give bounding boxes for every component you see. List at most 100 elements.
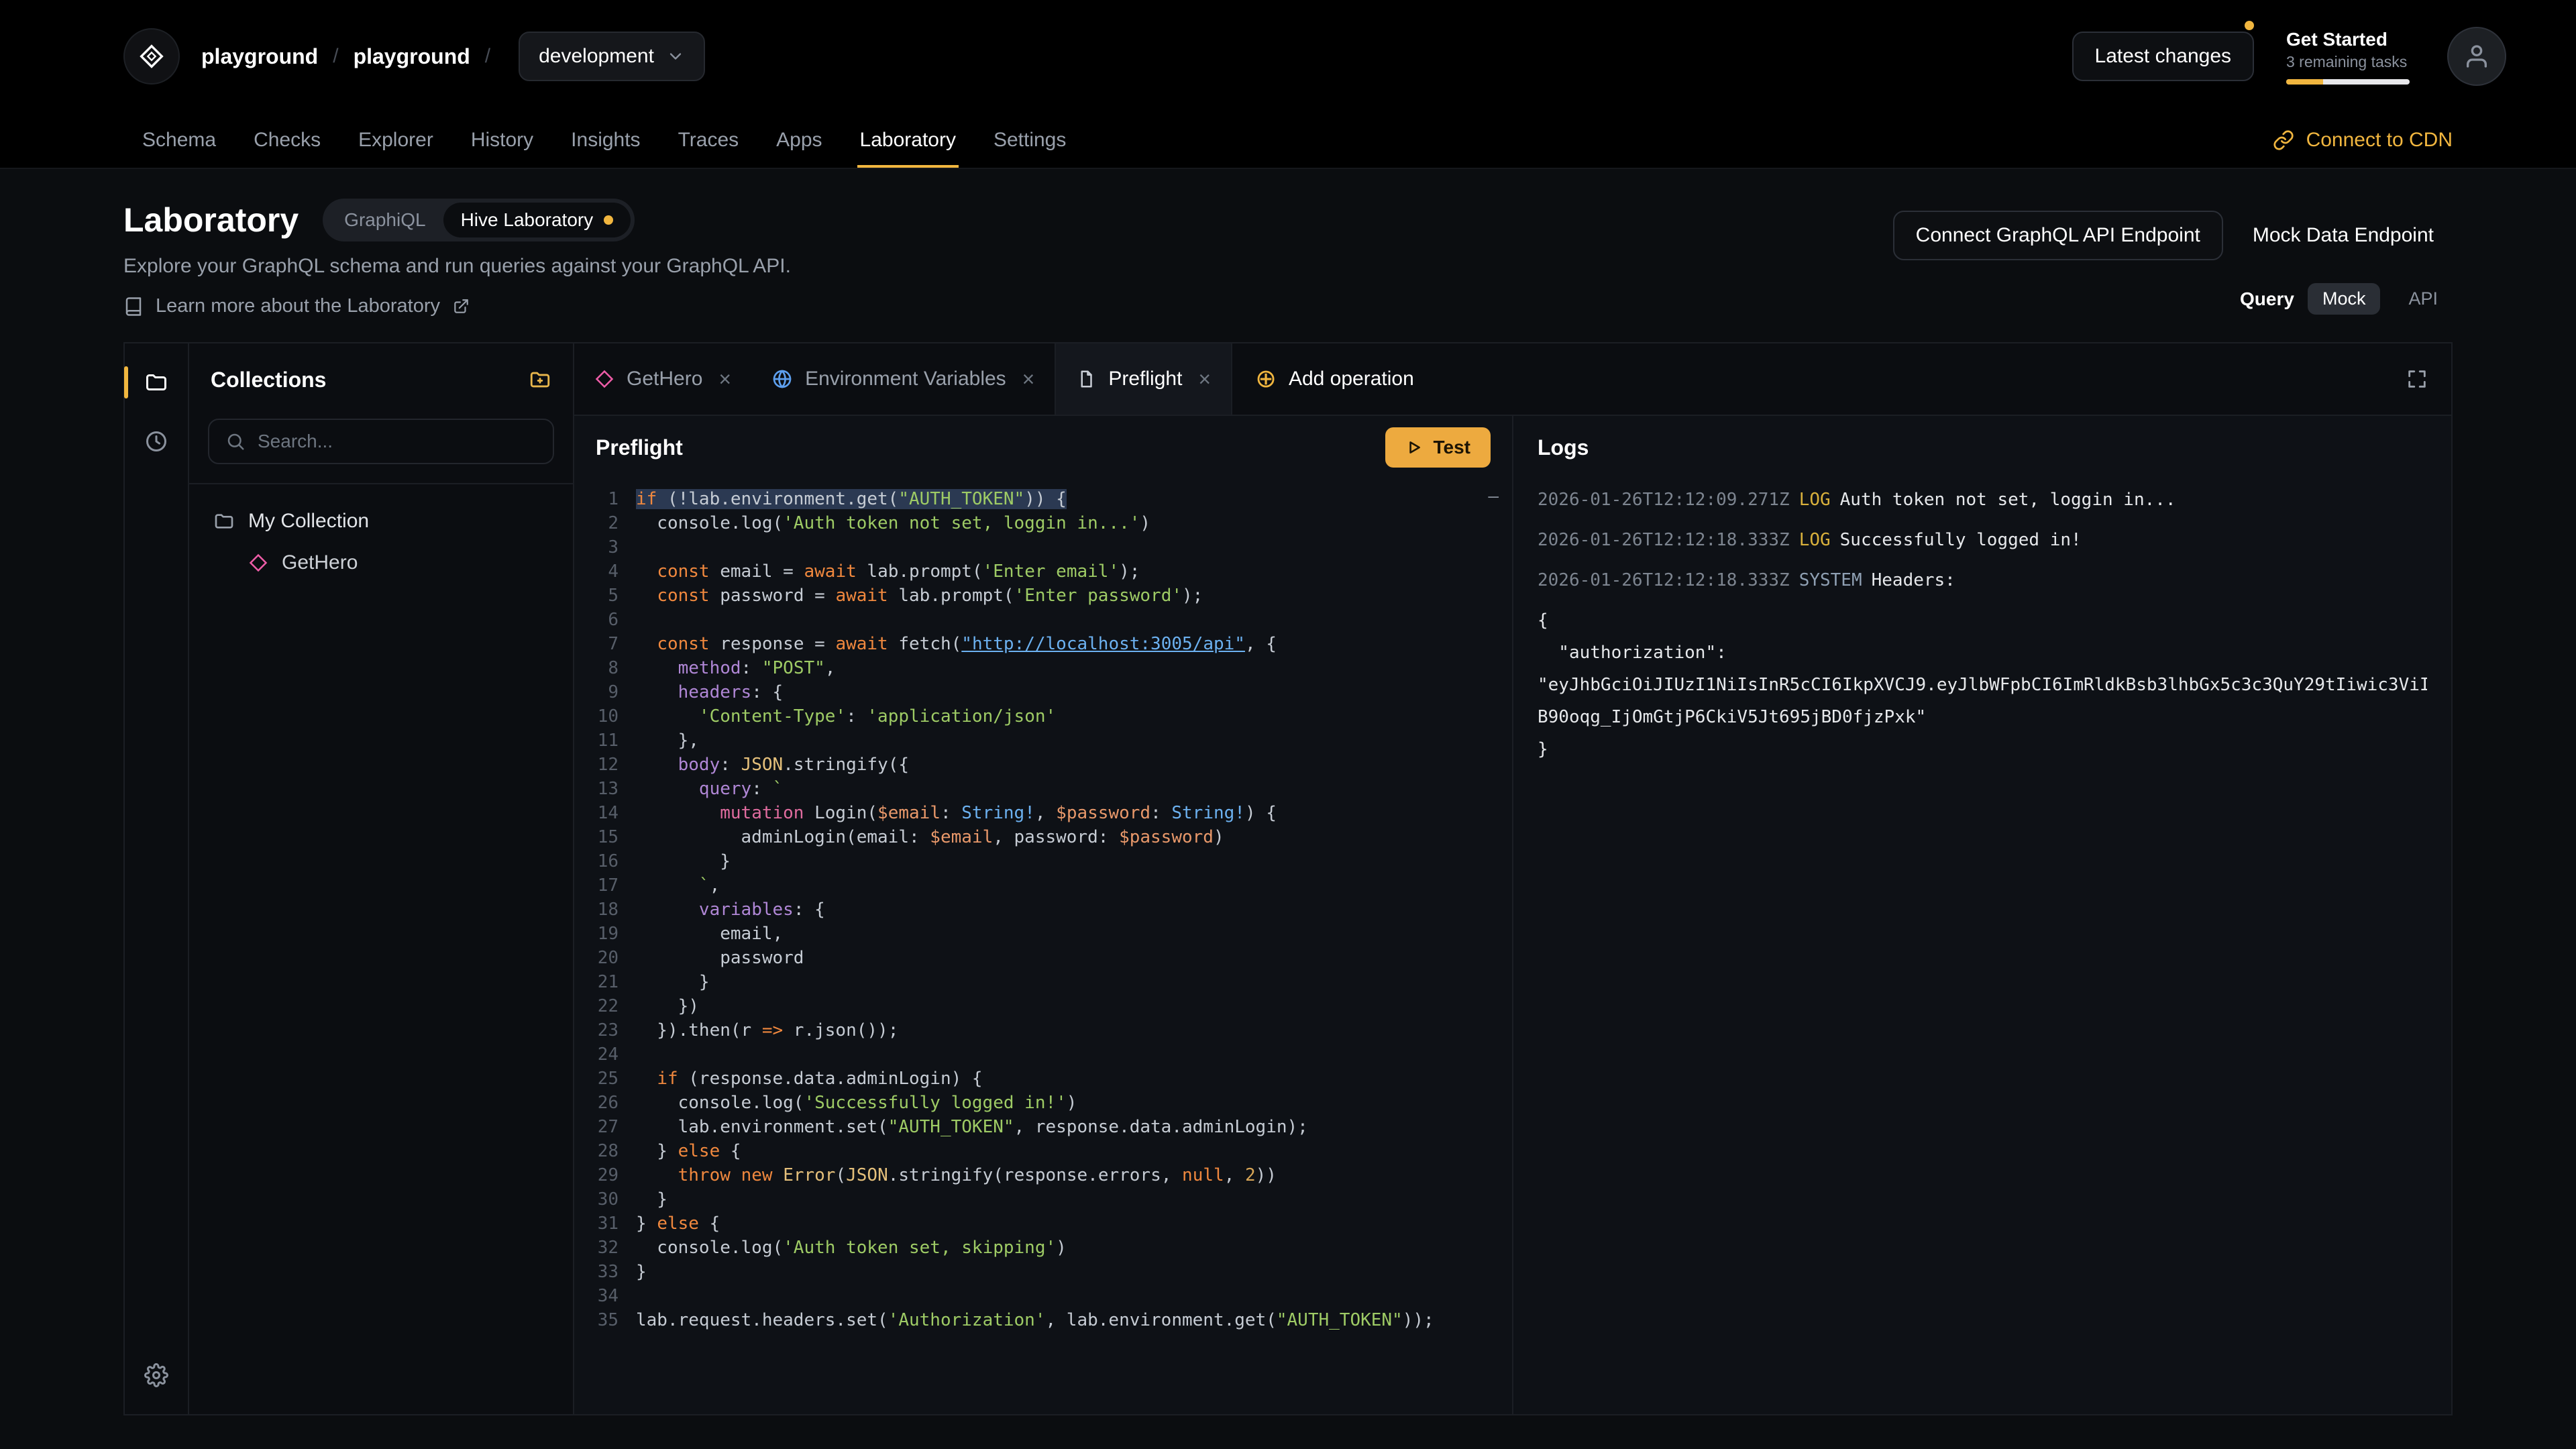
code-line[interactable]: 24 bbox=[574, 1042, 1512, 1067]
nav-tab-traces[interactable]: Traces bbox=[659, 113, 758, 168]
collection-operation[interactable]: GetHero bbox=[203, 542, 559, 584]
code-line[interactable]: 19 email, bbox=[574, 922, 1512, 946]
top-header: playground / playground / development La… bbox=[0, 0, 2576, 169]
new-collection-icon[interactable] bbox=[529, 368, 551, 391]
code-line[interactable]: 27 lab.environment.set("AUTH_TOKEN", res… bbox=[574, 1115, 1512, 1139]
learn-more-label: Learn more about the Laboratory bbox=[156, 295, 440, 317]
code-line[interactable]: 33} bbox=[574, 1260, 1512, 1284]
code-line[interactable]: 32 console.log('Auth token set, skipping… bbox=[574, 1236, 1512, 1260]
target-dropdown[interactable]: development bbox=[519, 32, 705, 81]
close-icon[interactable]: × bbox=[718, 367, 731, 392]
page-subtitle: Explore your GraphQL schema and run quer… bbox=[123, 255, 791, 278]
code-line[interactable]: 4 const email = await lab.prompt('Enter … bbox=[574, 559, 1512, 584]
code-editor[interactable]: — 1if (!lab.environment.get("AUTH_TOKEN"… bbox=[574, 479, 1512, 1414]
history-rail-button[interactable] bbox=[133, 419, 179, 464]
nav-tab-explorer[interactable]: Explorer bbox=[339, 113, 452, 168]
line-number: 30 bbox=[574, 1187, 636, 1212]
sidebar-rail bbox=[125, 343, 189, 1414]
code-line[interactable]: 21 } bbox=[574, 970, 1512, 994]
connect-to-cdn-link[interactable]: Connect to CDN bbox=[2273, 113, 2453, 168]
page-title: Laboratory bbox=[123, 201, 299, 239]
plus-icon: ⊕ bbox=[1255, 366, 1277, 392]
nav-tab-apps[interactable]: Apps bbox=[757, 113, 841, 168]
connect-endpoint-button[interactable]: Connect GraphQL API Endpoint bbox=[1893, 211, 2223, 260]
avatar[interactable] bbox=[2447, 27, 2506, 86]
code-line[interactable]: 6 bbox=[574, 608, 1512, 632]
code-line[interactable]: 5 const password = await lab.prompt('Ent… bbox=[574, 584, 1512, 608]
test-button[interactable]: Test bbox=[1385, 427, 1491, 468]
code-line[interactable]: 30 } bbox=[574, 1187, 1512, 1212]
search-icon bbox=[225, 431, 246, 451]
code-line[interactable]: 35lab.request.headers.set('Authorization… bbox=[574, 1308, 1512, 1332]
mode-option-hive-laboratory[interactable]: Hive Laboratory bbox=[443, 203, 631, 237]
line-number: 6 bbox=[574, 608, 636, 632]
code-line[interactable]: 31} else { bbox=[574, 1212, 1512, 1236]
code-line[interactable]: 2 console.log('Auth token not set, loggi… bbox=[574, 511, 1512, 535]
nav-tab-laboratory[interactable]: Laboratory bbox=[841, 113, 975, 168]
code-line[interactable]: 26 console.log('Successfully logged in!'… bbox=[574, 1091, 1512, 1115]
close-icon[interactable]: × bbox=[1198, 367, 1211, 392]
code-line[interactable]: 1if (!lab.environment.get("AUTH_TOKEN"))… bbox=[574, 487, 1512, 511]
hive-logo[interactable] bbox=[123, 28, 180, 85]
code-line[interactable]: 16 } bbox=[574, 849, 1512, 873]
code-line[interactable]: 8 method: "POST", bbox=[574, 656, 1512, 680]
operations-area: GetHero × Environment Variables × Prefli… bbox=[574, 343, 2451, 1414]
tab-environment-variables[interactable]: Environment Variables × bbox=[751, 343, 1055, 415]
line-number: 4 bbox=[574, 559, 636, 584]
code-line[interactable]: 10 'Content-Type': 'application/json' bbox=[574, 704, 1512, 729]
code-line[interactable]: 3 bbox=[574, 535, 1512, 559]
gear-icon bbox=[144, 1363, 168, 1387]
code-line[interactable]: 13 query: ` bbox=[574, 777, 1512, 801]
nav-tab-insights[interactable]: Insights bbox=[552, 113, 659, 168]
code-line[interactable]: 25 if (response.data.adminLogin) { bbox=[574, 1067, 1512, 1091]
code-line[interactable]: 12 body: JSON.stringify({ bbox=[574, 753, 1512, 777]
code-line[interactable]: 11 }, bbox=[574, 729, 1512, 753]
fullscreen-button[interactable] bbox=[2383, 343, 2451, 415]
line-number: 14 bbox=[574, 801, 636, 825]
get-started-widget[interactable]: Get Started 3 remaining tasks bbox=[2286, 29, 2410, 85]
learn-more-link[interactable]: Learn more about the Laboratory bbox=[123, 295, 470, 317]
tab-label: GetHero bbox=[627, 368, 702, 390]
line-number: 35 bbox=[574, 1308, 636, 1332]
collection-folder[interactable]: My Collection bbox=[203, 500, 559, 542]
code-line[interactable]: 20 password bbox=[574, 946, 1512, 970]
collapse-icon[interactable]: — bbox=[1488, 484, 1499, 508]
tab-label: Environment Variables bbox=[805, 368, 1006, 390]
code-line[interactable]: 15 adminLogin(email: $email, password: $… bbox=[574, 825, 1512, 849]
latest-changes-button[interactable]: Latest changes bbox=[2072, 32, 2254, 81]
collections-rail-button[interactable] bbox=[133, 360, 179, 405]
line-number: 20 bbox=[574, 946, 636, 970]
tab-gethero[interactable]: GetHero × bbox=[574, 343, 751, 415]
query-mode-mock[interactable]: Mock bbox=[2308, 283, 2381, 315]
nav-tab-settings[interactable]: Settings bbox=[975, 113, 1085, 168]
code-line[interactable]: 18 variables: { bbox=[574, 898, 1512, 922]
code-line[interactable]: 17 `, bbox=[574, 873, 1512, 898]
logs-output[interactable]: 2026-01-26T12:12:09.271ZLOGAuth token no… bbox=[1513, 479, 2451, 1414]
nav-tab-schema[interactable]: Schema bbox=[123, 113, 235, 168]
close-icon[interactable]: × bbox=[1022, 367, 1035, 392]
breadcrumb-project[interactable]: playground bbox=[354, 44, 470, 69]
mode-option-graphiql[interactable]: GraphiQL bbox=[327, 203, 443, 237]
code-line[interactable]: 14 mutation Login($email: String!, $pass… bbox=[574, 801, 1512, 825]
add-operation-button[interactable]: ⊕ Add operation bbox=[1232, 343, 1437, 415]
code-line[interactable]: 9 headers: { bbox=[574, 680, 1512, 704]
code-line[interactable]: 28 } else { bbox=[574, 1139, 1512, 1163]
code-line[interactable]: 22 }) bbox=[574, 994, 1512, 1018]
nav-tab-history[interactable]: History bbox=[452, 113, 552, 168]
code-line[interactable]: 34 bbox=[574, 1284, 1512, 1308]
operation-tab-bar: GetHero × Environment Variables × Prefli… bbox=[574, 343, 2451, 416]
code-line[interactable]: 29 throw new Error(JSON.stringify(respon… bbox=[574, 1163, 1512, 1187]
tab-preflight[interactable]: Preflight × bbox=[1055, 343, 1232, 415]
search-input[interactable] bbox=[258, 431, 537, 452]
nav-tab-checks[interactable]: Checks bbox=[235, 113, 339, 168]
breadcrumb-org[interactable]: playground bbox=[201, 44, 318, 69]
query-mode-api[interactable]: API bbox=[2394, 283, 2453, 315]
preflight-editor-panel: Preflight Test — 1if (!lab.environment.g… bbox=[574, 416, 1513, 1414]
line-number: 13 bbox=[574, 777, 636, 801]
code-line[interactable]: 23 }).then(r => r.json()); bbox=[574, 1018, 1512, 1042]
code-line[interactable]: 7 const response = await fetch("http://l… bbox=[574, 632, 1512, 656]
mock-endpoint-button[interactable]: Mock Data Endpoint bbox=[2234, 212, 2453, 259]
line-number: 8 bbox=[574, 656, 636, 680]
operation-icon bbox=[248, 553, 268, 573]
settings-rail-button[interactable] bbox=[133, 1352, 179, 1398]
